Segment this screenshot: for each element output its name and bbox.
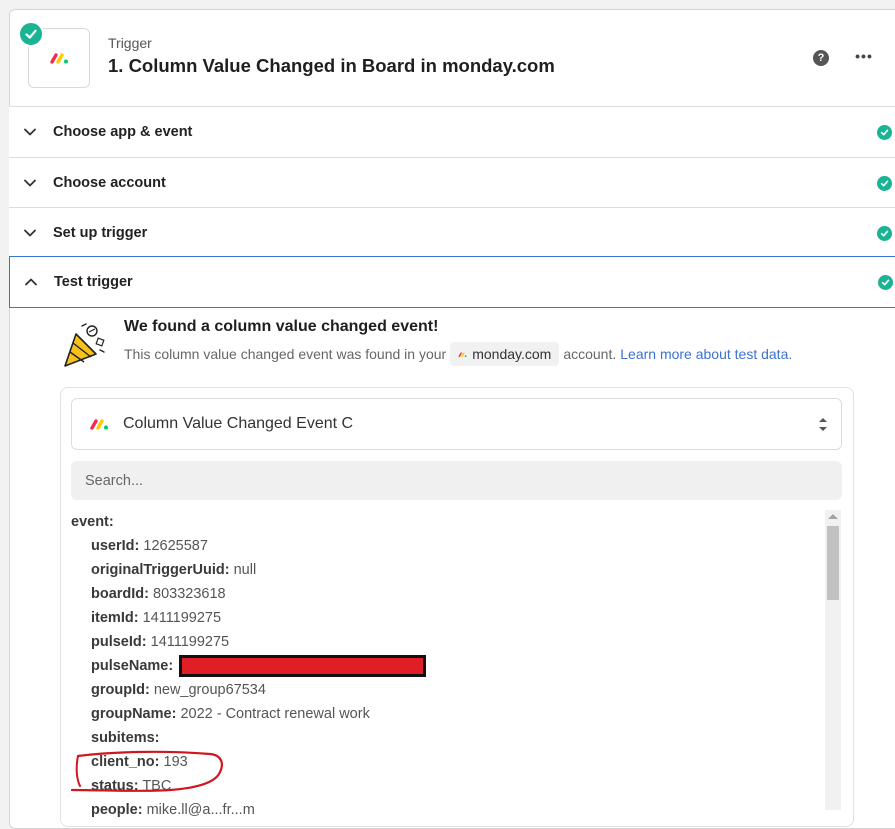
step-label: Choose account bbox=[53, 175, 166, 191]
step-complete-icon bbox=[877, 225, 892, 241]
field-key: event: bbox=[71, 514, 114, 530]
field-value: null bbox=[233, 562, 257, 578]
step-complete-icon bbox=[878, 274, 893, 290]
tree-root: event: bbox=[71, 510, 821, 534]
step-title[interactable]: 1. Column Value Changed in Board in mond… bbox=[108, 55, 555, 77]
list-item: pulseId: 1411199275 bbox=[71, 630, 821, 654]
list-item: userId: 12625587 bbox=[71, 534, 821, 558]
monday-logo-icon bbox=[458, 351, 467, 357]
step-choose-account[interactable]: Choose account bbox=[9, 157, 895, 208]
field-value: 803323618 bbox=[153, 586, 226, 602]
field-value: 1411199275 bbox=[142, 610, 222, 626]
field-key: subitems: bbox=[91, 730, 160, 746]
list-item: itemId: 1411199275 bbox=[71, 606, 821, 630]
found-desc-suffix: account. bbox=[563, 346, 617, 362]
field-value: new_group67534 bbox=[153, 682, 266, 698]
field-value: 12625587 bbox=[143, 538, 208, 554]
field-key: userId: bbox=[91, 538, 140, 554]
field-value: 2022 - Contract renewal work bbox=[180, 706, 370, 722]
step-label: Choose app & event bbox=[53, 124, 193, 140]
checkmark-icon bbox=[25, 29, 37, 39]
party-popper-icon bbox=[62, 322, 106, 370]
list-item: groupName: 2022 - Contract renewal work bbox=[71, 702, 821, 726]
app-chip-label: monday.com bbox=[472, 346, 552, 362]
step-complete-badge bbox=[18, 21, 44, 47]
field-value: 193 bbox=[163, 754, 188, 770]
field-key: pulseName: bbox=[91, 658, 174, 674]
found-desc-prefix: This column value changed event was foun… bbox=[124, 346, 447, 362]
step-choose-app-event[interactable]: Choose app & event bbox=[9, 106, 895, 157]
step-complete-icon bbox=[877, 124, 892, 140]
field-key: status: bbox=[91, 778, 139, 794]
list-item: status: TBC bbox=[71, 774, 821, 798]
list-item: subitems: bbox=[71, 726, 821, 750]
field-key: boardId: bbox=[91, 586, 149, 602]
found-event-description: This column value changed event was foun… bbox=[124, 342, 792, 366]
found-event-title: We found a column value changed event! bbox=[124, 318, 439, 335]
list-item: originalTriggerUuid: null bbox=[71, 558, 821, 582]
chevron-down-icon bbox=[9, 179, 53, 187]
field-value: TBC bbox=[142, 778, 172, 794]
field-key: people: bbox=[91, 802, 143, 818]
step-test-trigger[interactable]: Test trigger bbox=[9, 256, 895, 308]
field-key: client_no: bbox=[91, 754, 160, 770]
record-select-value: Column Value Changed Event C bbox=[123, 415, 354, 432]
field-key: itemId: bbox=[91, 610, 139, 626]
record-select[interactable]: Column Value Changed Event C bbox=[71, 398, 842, 450]
field-value: 1411199275 bbox=[150, 634, 230, 650]
step-type-label: Trigger bbox=[108, 35, 152, 51]
help-icon[interactable]: ? bbox=[813, 50, 829, 66]
select-arrows-icon bbox=[805, 417, 841, 432]
chevron-down-icon bbox=[9, 128, 53, 136]
field-value: mike.ll@a...fr...m bbox=[146, 802, 255, 818]
list-item: boardId: 803323618 bbox=[71, 582, 821, 606]
field-key: pulseId: bbox=[91, 634, 147, 650]
learn-more-link[interactable]: Learn more about test data. bbox=[620, 346, 792, 362]
monday-logo-icon bbox=[50, 53, 68, 64]
list-item: people: mike.ll@a...fr...m bbox=[71, 798, 821, 822]
step-set-up-trigger[interactable]: Set up trigger bbox=[9, 207, 895, 258]
redaction-box bbox=[179, 655, 427, 678]
step-label: Set up trigger bbox=[53, 225, 148, 241]
search-input[interactable] bbox=[71, 461, 842, 500]
scrollbar[interactable] bbox=[825, 510, 841, 810]
step-complete-icon bbox=[877, 175, 892, 191]
field-key: originalTriggerUuid: bbox=[91, 562, 230, 578]
field-key: groupName: bbox=[91, 706, 177, 722]
app-chip: monday.com bbox=[450, 342, 560, 366]
list-item: groupId: new_group67534 bbox=[71, 678, 821, 702]
chevron-down-icon bbox=[9, 229, 53, 237]
chevron-up-icon bbox=[10, 278, 54, 286]
list-item: pulseName: bbox=[71, 654, 821, 678]
more-options-icon[interactable]: ••• bbox=[855, 48, 873, 66]
field-key: groupId: bbox=[91, 682, 150, 698]
scroll-thumb[interactable] bbox=[827, 526, 839, 600]
event-data-tree: event: userId: 12625587 originalTriggerU… bbox=[71, 510, 821, 822]
list-item: client_no: 193 bbox=[71, 750, 821, 774]
monday-logo-icon bbox=[90, 419, 108, 430]
scroll-up-arrow-icon[interactable] bbox=[828, 514, 838, 519]
step-label: Test trigger bbox=[54, 274, 133, 290]
